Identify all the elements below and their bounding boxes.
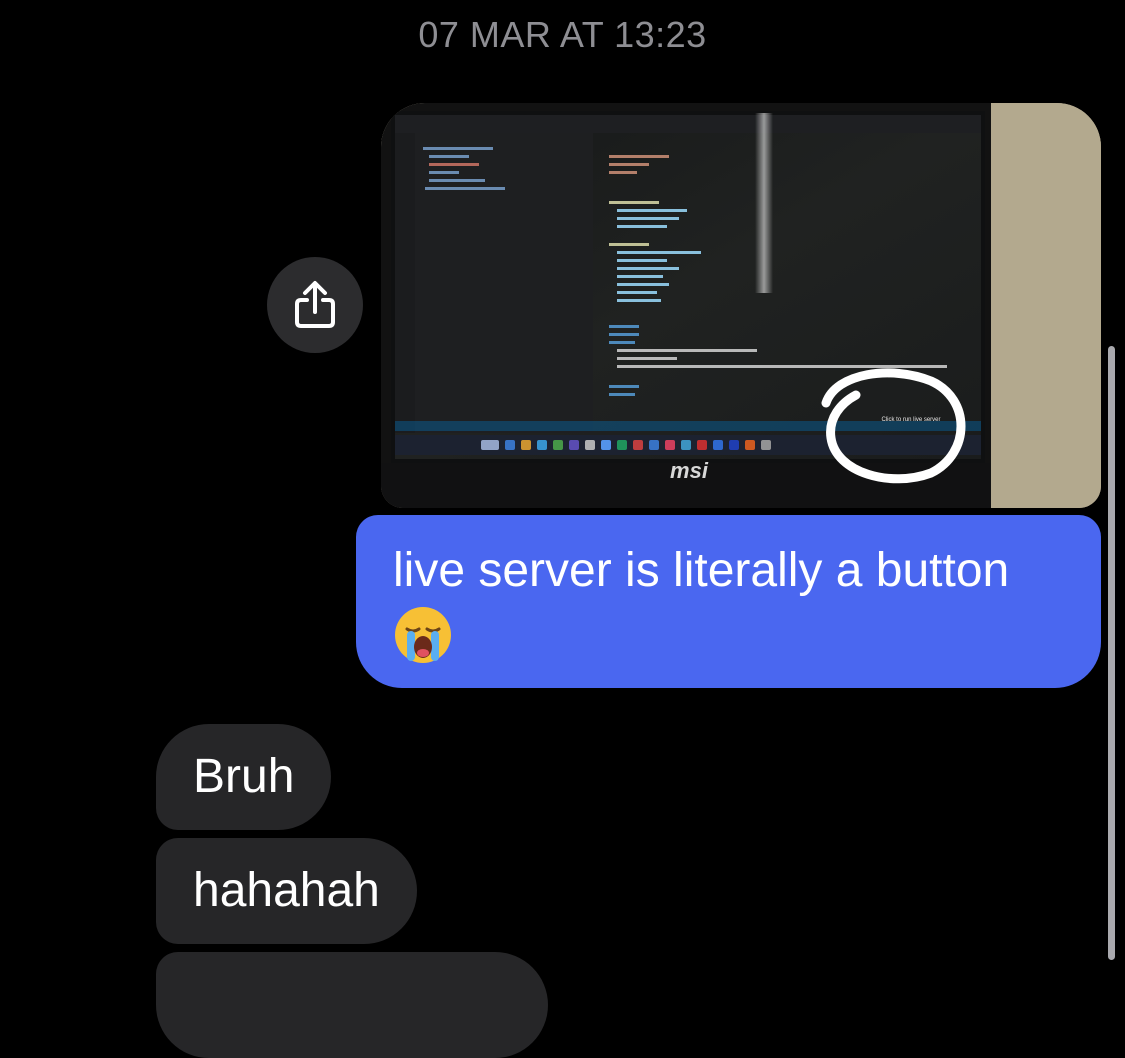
laptop-photo: msi Click to run live server xyxy=(381,103,1101,508)
loudly-crying-face-icon xyxy=(395,607,451,664)
emoji-line xyxy=(393,602,1061,665)
share-icon xyxy=(295,281,335,328)
share-button[interactable] xyxy=(267,257,363,353)
laptop-brand-logo: msi xyxy=(670,458,709,483)
received-message-bubble[interactable]: hahahah xyxy=(156,838,417,944)
received-message-bubble[interactable] xyxy=(156,952,548,1058)
timestamp: 07 MAR AT 13:23 xyxy=(418,14,707,55)
received-message-text: Bruh xyxy=(193,750,295,803)
photo-attachment[interactable]: msi Click to run live server xyxy=(381,103,1101,508)
sent-message-bubble[interactable]: live server is literally a button xyxy=(356,515,1101,688)
live-server-tooltip: Click to run live server xyxy=(881,417,940,423)
sent-message-text: live server is literally a button xyxy=(393,544,1010,597)
received-message-bubble[interactable]: Bruh xyxy=(156,724,332,830)
scrollbar[interactable] xyxy=(1108,346,1115,960)
received-message-text: hahahah xyxy=(193,864,380,917)
